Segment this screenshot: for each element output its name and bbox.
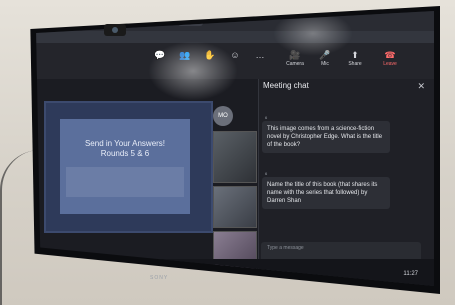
close-icon[interactable]: ✕ — [417, 81, 425, 92]
webcam-lens — [112, 27, 118, 33]
shared-slide: Send in Your Answers! Rounds 5 & 6 — [60, 119, 190, 214]
leave-button[interactable]: ☎ Leave — [378, 49, 402, 67]
shared-screen: Send in Your Answers! Rounds 5 & 6 — [44, 101, 213, 233]
chat-message: This image comes from a science-fiction … — [262, 121, 390, 153]
tv: Outlook 💬 👥 ✋ ☺ … 🎥Camera 🎤Mic ⬆Share ☎L… — [0, 0, 455, 305]
message-meta: 6 — [265, 171, 268, 176]
taskbar-clock: 11:27 — [403, 271, 418, 277]
participant-video-tile[interactable] — [213, 186, 257, 228]
windows-start-icon[interactable]: ⊞ — [148, 265, 160, 275]
meeting-chat-panel: Meeting chat ✕ 6 This image comes from a… — [258, 79, 434, 286]
screen-glare — [148, 41, 238, 101]
webcam — [104, 24, 126, 36]
participant-video-tile[interactable] — [213, 131, 257, 183]
tv-brand-logo: SONY — [150, 275, 169, 281]
slide-body-faint — [66, 167, 184, 197]
more-icon: … — [255, 50, 265, 60]
slide-title: Send in Your Answers! Rounds 5 & 6 — [84, 139, 166, 158]
message-meta: 6 — [265, 115, 268, 120]
chat-title: Meeting chat — [263, 81, 309, 90]
compose-placeholder: Type a message — [267, 245, 304, 251]
chat-message: Name the title of this book (that shares… — [262, 177, 390, 209]
phone-hangup-icon: ☎ — [384, 50, 396, 60]
tv-screen: Outlook 💬 👥 ✋ ☺ … 🎥Camera 🎤Mic ⬆Share ☎L… — [36, 11, 434, 286]
avatar: MO — [213, 106, 233, 126]
more-button[interactable]: … — [248, 49, 272, 61]
